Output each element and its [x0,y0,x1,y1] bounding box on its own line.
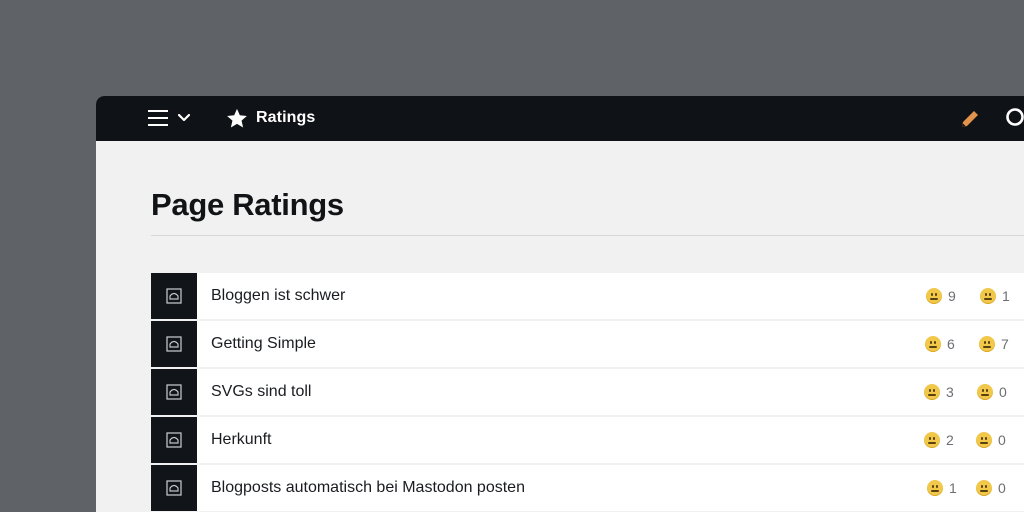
negative-rating: 0 [976,417,1006,463]
ratings-nav-link[interactable]: Ratings [226,106,315,130]
star-icon [227,108,247,128]
rating-row[interactable]: Getting Simple 6 7 [151,321,1024,367]
emoji-face-icon [979,336,995,352]
main-content: Page Ratings Bloggen ist schwer 9 1 Gett… [151,141,1024,511]
negative-rating: 0 [977,369,1007,415]
rating-row[interactable]: Herkunft 2 0 [151,417,1024,463]
menu-button[interactable] [148,106,190,130]
emoji-face-icon [976,480,992,496]
row-stats: 2 0 [871,417,1024,463]
page-icon [166,480,182,496]
row-title: Getting Simple [211,335,316,352]
row-stats: 1 0 [871,465,1024,511]
rating-row[interactable]: Bloggen ist schwer 9 1 [151,273,1024,319]
rating-row[interactable]: Blogposts automatisch bei Mastodon poste… [151,465,1024,511]
positive-rating: 9 [926,273,956,319]
emoji-face-icon [925,336,941,352]
positive-count: 1 [949,480,957,496]
rating-row[interactable]: SVGs sind toll 3 0 [151,369,1024,415]
ratings-list: Bloggen ist schwer 9 1 Getting Simple 6 … [151,273,1024,512]
row-title: SVGs sind toll [211,383,312,400]
emoji-face-icon [924,384,940,400]
emoji-face-icon [926,288,942,304]
pencil-icon [962,111,978,127]
emoji-face-icon [980,288,996,304]
row-title: Blogposts automatisch bei Mastodon poste… [211,479,525,496]
hamburger-menu-icon [148,110,168,126]
topbar-title: Ratings [256,109,316,126]
row-icon-box [151,273,197,319]
page-title: Page Ratings [151,187,344,222]
negative-rating: 0 [976,465,1006,511]
row-title: Herkunft [211,431,272,448]
row-icon-box [151,417,197,463]
positive-rating: 2 [924,417,954,463]
search-button[interactable] [1005,107,1024,131]
negative-count: 7 [1001,336,1009,352]
page-icon [166,336,182,352]
row-stats: 6 7 [871,321,1024,367]
row-title: Bloggen ist schwer [211,287,346,304]
positive-count: 9 [948,288,956,304]
negative-count: 1 [1002,288,1010,304]
emoji-face-icon [927,480,943,496]
chevron-down-icon [178,114,190,122]
page-icon [166,288,182,304]
emoji-face-icon [924,432,940,448]
search-icon [1006,108,1024,126]
row-icon-box [151,369,197,415]
negative-rating: 7 [979,321,1009,367]
positive-count: 2 [946,432,954,448]
top-bar: Ratings [96,96,1024,141]
negative-count: 0 [999,384,1007,400]
row-icon-box [151,465,197,511]
positive-rating: 1 [927,465,957,511]
emoji-face-icon [977,384,993,400]
row-stats: 3 0 [871,369,1024,415]
page-icon [166,432,182,448]
page-icon [166,384,182,400]
app-window: Ratings Page Ratings Bloggen ist schwer [96,96,1024,512]
edit-button[interactable] [959,108,981,130]
negative-count: 0 [998,432,1006,448]
row-icon-box [151,321,197,367]
negative-count: 0 [998,480,1006,496]
row-stats: 9 1 [871,273,1024,319]
title-divider [151,235,1024,236]
emoji-face-icon [976,432,992,448]
positive-rating: 6 [925,321,955,367]
positive-count: 6 [947,336,955,352]
positive-count: 3 [946,384,954,400]
negative-rating: 1 [980,273,1010,319]
positive-rating: 3 [924,369,954,415]
